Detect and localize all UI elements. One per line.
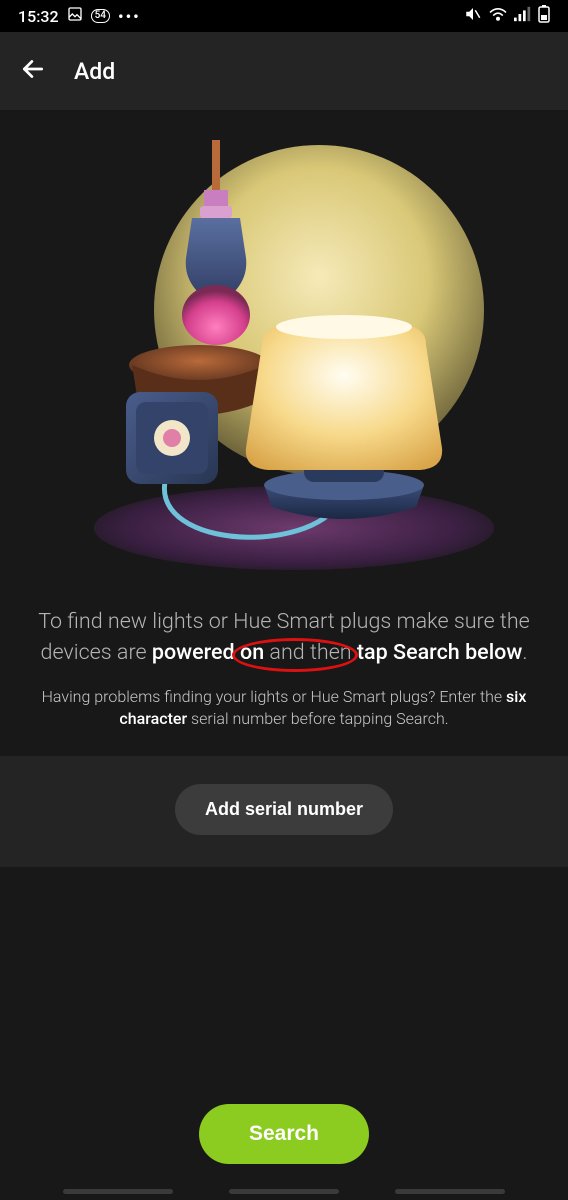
wifi-icon [488, 6, 508, 26]
android-status-bar: 15:32 54 ••• [0, 0, 568, 32]
instruction-bold-tap: tap Search below [357, 640, 522, 665]
help-pre: Having problems finding your lights or H… [42, 687, 506, 706]
more-notifications-icon: ••• [118, 7, 141, 26]
instruction-text: To find new lights or Hue Smart plugs ma… [0, 606, 568, 668]
add-serial-number-button[interactable]: Add serial number [175, 784, 393, 835]
search-button[interactable]: Search [199, 1104, 369, 1164]
instruction-bold-powered: powered on [152, 640, 264, 665]
nav-recent[interactable] [63, 1189, 173, 1194]
nav-back[interactable] [395, 1189, 505, 1194]
instruction-mid: and then [264, 640, 357, 665]
serial-number-panel: Add serial number [0, 756, 568, 867]
notification-count-badge: 54 [91, 9, 110, 23]
main-content: To find new lights or Hue Smart plugs ma… [0, 110, 568, 867]
mute-icon [464, 5, 482, 27]
signal-icon [514, 6, 532, 26]
status-time: 15:32 [18, 7, 59, 26]
page-title: Add [74, 58, 115, 85]
devices-illustration [0, 140, 568, 570]
instruction-post: . [522, 640, 527, 665]
app-bar: Add [0, 32, 568, 110]
help-post: serial number before tapping Search. [187, 709, 448, 728]
nav-home[interactable] [229, 1189, 339, 1194]
battery-icon [538, 5, 550, 27]
image-icon [67, 6, 83, 26]
back-button[interactable] [20, 56, 46, 87]
android-nav-bar [0, 1189, 568, 1194]
help-text: Having problems finding your lights or H… [0, 686, 568, 729]
